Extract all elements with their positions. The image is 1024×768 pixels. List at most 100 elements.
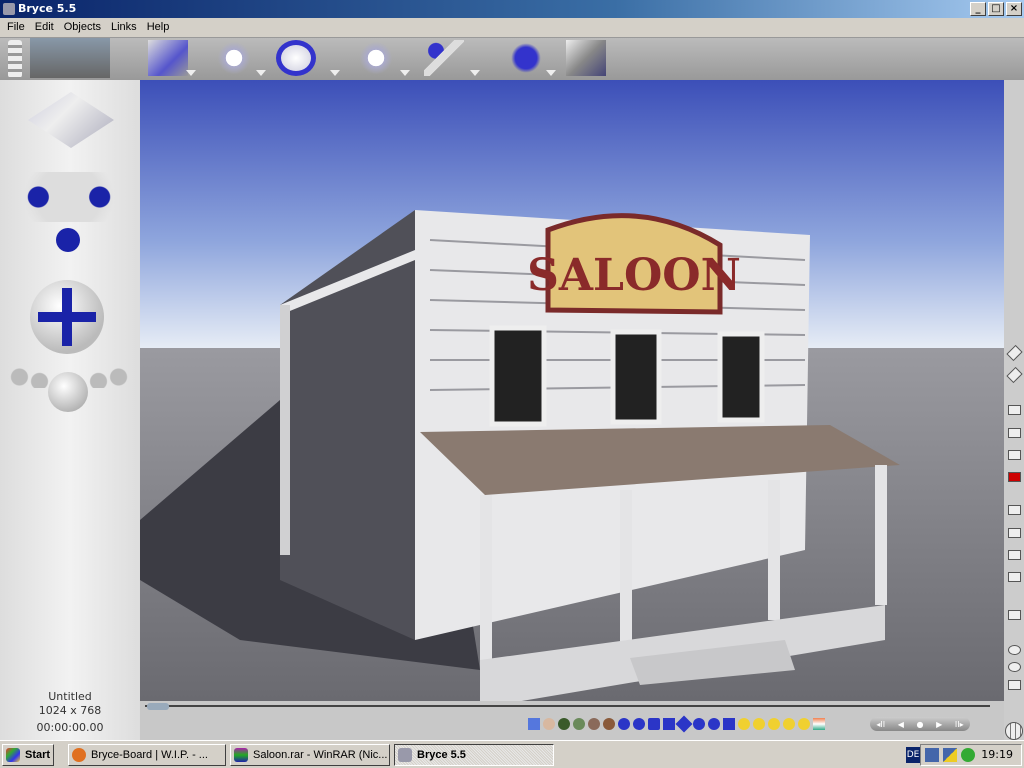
camera-pan-controls[interactable] — [10, 172, 128, 222]
window — [610, 329, 662, 425]
torus-icon[interactable] — [633, 718, 645, 730]
create-cube-icon[interactable] — [356, 40, 396, 76]
camera-dolly-control[interactable] — [56, 228, 80, 252]
eraser-icon[interactable] — [1006, 366, 1023, 384]
camera-tool-icon[interactable] — [214, 40, 254, 76]
taskbar-item-winrar[interactable]: Saloon.rar - WinRAR (Nic... — [230, 744, 390, 766]
material-tool-icon[interactable] — [566, 40, 606, 76]
view-selector-icon[interactable] — [28, 92, 114, 148]
view-options-icon[interactable] — [1008, 550, 1021, 560]
globe-options-icon[interactable] — [1005, 722, 1023, 740]
window — [489, 325, 547, 427]
language-indicator[interactable]: DE — [906, 747, 920, 763]
winrar-icon — [234, 748, 248, 762]
terrain-tool-icon[interactable] — [148, 40, 188, 76]
record-icon[interactable] — [1008, 472, 1021, 482]
dropdown-icon[interactable] — [470, 70, 480, 76]
step-forward-button[interactable]: ▶ — [936, 720, 942, 729]
system-tray: 19:19 — [920, 744, 1022, 766]
window — [717, 331, 765, 423]
square-spotlight-icon[interactable] — [783, 718, 795, 730]
light-icon[interactable] — [798, 718, 810, 730]
start-button[interactable]: Start — [2, 744, 54, 766]
windows-logo-icon — [6, 748, 20, 762]
water-plane-icon[interactable] — [528, 718, 540, 730]
minimize-button[interactable]: _ — [970, 2, 986, 16]
disc-icon[interactable] — [708, 718, 720, 730]
hand-pan-icon[interactable] — [1008, 680, 1021, 690]
lattice-tool-icon[interactable] — [506, 40, 546, 76]
nano-preview[interactable] — [30, 38, 110, 78]
clear-render-icon[interactable] — [1008, 428, 1021, 438]
square-icon[interactable] — [723, 718, 735, 730]
bryce-workspace: Untitled 1024 x 768 00:00:00.00 SALOON ◂… — [0, 38, 1024, 740]
menu-help[interactable]: Help — [142, 18, 175, 37]
window-title: Bryce 5.5 — [18, 2, 77, 15]
symmetrical-lattice-icon[interactable] — [603, 718, 615, 730]
time-scrubber[interactable] — [147, 703, 169, 710]
wireframe-icon[interactable] — [1008, 505, 1021, 515]
display-menu-icon[interactable] — [1008, 572, 1021, 582]
document-name: Untitled — [48, 690, 92, 703]
scene-viewport[interactable]: SALOON — [140, 80, 1004, 708]
radial-light-icon[interactable] — [738, 718, 750, 730]
close-button[interactable]: × — [1006, 2, 1022, 16]
menu-file[interactable]: File — [2, 18, 30, 37]
rock-icon[interactable] — [588, 718, 600, 730]
network-icon[interactable] — [925, 748, 939, 762]
dropdown-icon[interactable] — [400, 70, 410, 76]
taskbar-item-bryce[interactable]: Bryce 5.5 — [394, 744, 554, 766]
render-icon[interactable] — [1008, 450, 1021, 460]
zoom-in-icon[interactable] — [1008, 645, 1021, 655]
view-control-panel: Untitled 1024 x 768 00:00:00.00 — [0, 80, 140, 740]
camera-trackball[interactable] — [30, 280, 104, 354]
network-warning-icon[interactable] — [943, 748, 957, 762]
brush-icon[interactable] — [1006, 344, 1023, 362]
dropdown-icon[interactable] — [330, 70, 340, 76]
tree-icon[interactable] — [573, 718, 585, 730]
menu-objects[interactable]: Objects — [59, 18, 106, 37]
bryce-icon — [398, 748, 412, 762]
menu-edit[interactable]: Edit — [30, 18, 59, 37]
zoom-out-icon[interactable] — [1008, 662, 1021, 672]
play-button[interactable]: ● — [916, 720, 923, 729]
camera-presets[interactable] — [10, 366, 128, 388]
rotation-trackball-icon[interactable] — [276, 40, 316, 76]
edit-tool-icon[interactable] — [424, 40, 464, 76]
fast-forward-button[interactable]: II▸ — [955, 720, 964, 729]
parallel-light-icon[interactable] — [768, 718, 780, 730]
dropdown-icon[interactable] — [546, 70, 556, 76]
pyramid-icon[interactable] — [675, 715, 693, 733]
depth-cue-icon[interactable] — [1008, 528, 1021, 538]
document-resolution: 1024 x 768 — [38, 704, 102, 717]
terrain-icon[interactable] — [558, 718, 570, 730]
rewind-button[interactable]: ◂II — [876, 720, 885, 729]
firefox-icon — [72, 748, 86, 762]
dropdown-icon[interactable] — [186, 70, 196, 76]
object-library-strip — [528, 715, 825, 733]
animation-timeline[interactable] — [145, 703, 990, 711]
spotlight-icon[interactable] — [753, 718, 765, 730]
dropdown-icon[interactable] — [256, 70, 266, 76]
menu-bar: File Edit Objects Links Help — [0, 18, 1024, 38]
taskbar: Start Bryce-Board | W.I.P. - ... Saloon.… — [0, 740, 1024, 768]
cloud-plane-icon[interactable] — [543, 718, 555, 730]
sphere-icon[interactable] — [618, 718, 630, 730]
taskbar-item-label: Saloon.rar - WinRAR (Nic... — [253, 749, 388, 761]
awning-post — [280, 305, 290, 555]
picture-icon[interactable] — [813, 718, 825, 730]
cylinder-icon[interactable] — [648, 718, 660, 730]
clock[interactable]: 19:19 — [981, 745, 1013, 765]
title-bar: Bryce 5.5 _ □ × — [0, 0, 1024, 18]
render-mode-icon[interactable] — [1008, 405, 1021, 415]
cube-primitive-icon[interactable] — [663, 718, 675, 730]
menu-links[interactable]: Links — [106, 18, 142, 37]
cone-icon[interactable] — [693, 718, 705, 730]
maximize-button[interactable]: □ — [988, 2, 1004, 16]
tray-app-icon[interactable] — [961, 748, 975, 762]
document-info: Untitled 1024 x 768 00:00:00.00 — [0, 690, 140, 735]
step-back-button[interactable]: ◀ — [898, 720, 904, 729]
cube-icon[interactable] — [1008, 610, 1021, 620]
taskbar-item-firefox[interactable]: Bryce-Board | W.I.P. - ... — [68, 744, 226, 766]
palette-menu-icon[interactable] — [8, 40, 22, 78]
